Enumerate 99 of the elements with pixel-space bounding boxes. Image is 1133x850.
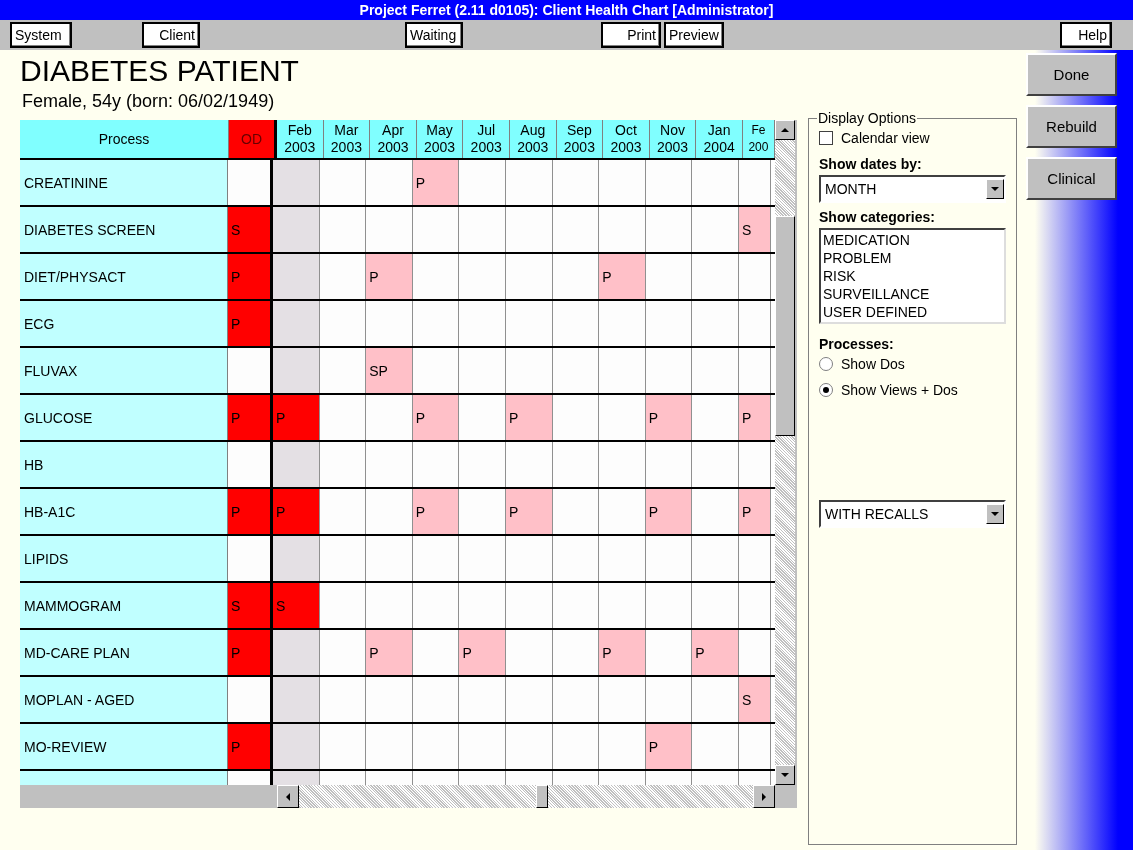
patient-details: Female, 54y (born: 06/02/1949) [22,90,276,112]
chart-cell: P [412,395,460,440]
chart-cell: P [228,254,273,299]
chart-cell: P [505,395,553,440]
process-cell: MAMMOGRAM [20,583,228,628]
window-title: Project Ferret (2.11 d0105): Client Health Chart [Administrator] [359,2,774,18]
chart-cell [273,348,320,393]
side-button[interactable]: Done [1026,53,1117,96]
toolbar-button[interactable]: System [10,22,72,48]
chart-cell: P [366,630,413,675]
process-cell: MD-CARE PLAN [20,630,228,675]
radio-dot-icon [823,387,829,393]
toolbar-button[interactable]: Waiting [405,22,463,48]
column-header: OD [229,120,277,158]
chart-cell: P [273,395,320,440]
chart-cell: P [599,630,646,675]
chart-cell: P [228,724,273,769]
column-header: Apr 2003 [370,120,417,158]
process-cell: DIABETES SCREEN [20,207,228,252]
dropdown-arrow-icon [991,510,999,518]
process-cell: DIET/PHYSACT [20,254,228,299]
chart-cell [273,536,320,581]
column-header: Feb 2003 [277,120,324,158]
scroll-down-icon [781,771,789,779]
column-header: Oct 2003 [603,120,650,158]
scroll-thumb[interactable] [536,785,548,808]
chart-cell [273,254,320,299]
column-header: Jul 2003 [463,120,510,158]
chart-cell: P [599,254,646,299]
chart-cell: P [228,301,273,346]
recalls-dropdown[interactable]: WITH RECALLS [819,500,1006,528]
chart-cell [273,442,320,487]
process-cell: GLUCOSE [20,395,228,440]
scroll-up-icon [781,126,789,134]
chart-cell: P [738,395,771,440]
chart-cell [273,301,320,346]
process-cell: HB-A1C [20,489,228,534]
toolbar-button[interactable]: Client [142,22,200,48]
field-label: Processes: [819,336,895,352]
process-cell: CREATININE [20,160,228,205]
vertical-scrollbar[interactable] [775,120,795,785]
chart-cell: P [738,489,771,534]
dropdown-arrow-icon [991,185,999,193]
column-header: Mar 2003 [323,120,371,158]
chart-cell: P [228,630,273,675]
chart-cell: P [273,489,320,534]
chart-cell: S [738,207,771,252]
scroll-thumb[interactable] [775,216,795,436]
column-header: Process [20,120,229,158]
scroll-left-icon [284,792,292,801]
toolbar-button[interactable]: Preview [664,22,724,48]
chart-cell: SP [366,348,413,393]
chart-cell: P [645,489,693,534]
process-cell: LIPIDS [20,536,228,581]
chart-cell [273,207,320,252]
column-header: Jan 2004 [696,120,743,158]
chart-cell: P [645,395,693,440]
chart-cell: P [645,724,693,769]
process-radio[interactable]: Show Dos [819,356,1006,372]
column-header: May 2003 [416,120,464,158]
chart-cell: P [459,630,506,675]
chart-cell: S [738,677,771,722]
chart-cell: S [228,207,273,252]
chart-cell: S [273,583,320,628]
field-label: Show dates by: [819,156,923,172]
chart-cell: P [412,160,460,205]
column-header: Nov 2003 [649,120,697,158]
patient-name: DIABETES PATIENT [20,54,300,88]
toolbar-button[interactable]: Help [1060,22,1112,48]
scroll-right-icon [760,792,768,801]
side-button[interactable]: Clinical [1026,157,1117,200]
column-header: Fe 200 [742,120,775,158]
column-header: Aug 2003 [509,120,557,158]
categories-list[interactable]: MEDICATION PROBLEM RISK SURVEILLANCE USER DEFINED [819,228,1006,324]
side-button[interactable]: Rebuild [1026,105,1117,148]
chart-cell: P [366,254,413,299]
column-header: Sep 2003 [556,120,604,158]
horizontal-scrollbar[interactable] [277,785,775,808]
field-label: Show categories: [819,209,936,225]
process-cell: MOPLAN - AGED [20,677,228,722]
chart-cell [273,630,320,675]
calendar-view-checkbox[interactable]: Calendar view [819,130,1006,146]
chart-cell [273,724,320,769]
process-cell: FLUVAX [20,348,228,393]
chart-cell: P [412,489,460,534]
chart-cell: P [228,489,273,534]
panel-title: Display Options [817,110,918,126]
process-radio[interactable]: Show Views + Dos [819,382,1006,398]
chart-cell [273,677,320,722]
dates-dropdown[interactable]: MONTH [819,175,1006,203]
chart-cell: P [505,489,553,534]
toolbar-button[interactable]: Print [601,22,661,48]
chart-cell [273,160,320,205]
chart-cell: P [228,395,273,440]
chart-cell: S [228,583,273,628]
process-cell: ECG [20,301,228,346]
process-cell: HB [20,442,228,487]
chart-cell: P [692,630,739,675]
process-cell: MO-REVIEW [20,724,228,769]
